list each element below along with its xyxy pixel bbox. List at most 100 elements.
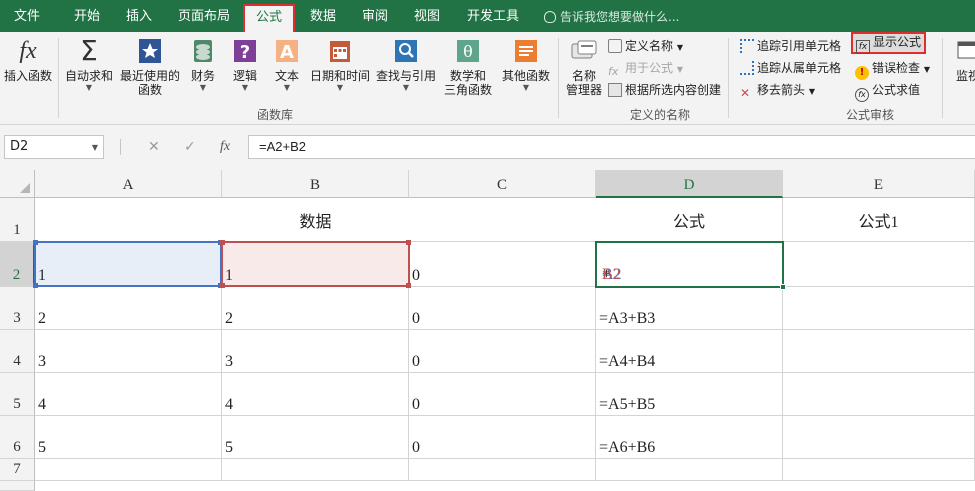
create-from-selection-button[interactable]: 根据所选内容创建 [608,80,721,100]
more-functions-button[interactable]: 其他函数 ▼ [498,36,554,93]
ribbon: fx 插入函数 Σ 自动求和 ▼ 最近使用的 函数 财务 ▼ ? 逻辑 ▼ A … [0,32,975,125]
lookup-button[interactable]: 查找与引用 ▼ [374,36,438,93]
cell-b6[interactable]: 5 [222,416,409,459]
tab-review[interactable]: 审阅 [354,0,396,32]
cell-a4[interactable]: 3 [35,330,222,373]
precedent-range-b2 [220,240,411,288]
datetime-button[interactable]: 日期和时间 ▼ [308,36,372,93]
tab-page-layout[interactable]: 页面布局 [172,0,236,32]
cell-e1[interactable]: 公式1 [783,198,975,242]
column-header-b[interactable]: B [222,170,409,198]
autosum-button[interactable]: Σ 自动求和 ▼ [62,36,116,93]
cell-e4[interactable] [783,330,975,373]
formula-input[interactable]: =A2+B2 [248,135,975,159]
define-name-button[interactable]: 定义名称 ▼ [608,36,683,56]
error-checking-button[interactable]: ! 错误检查 ▼ [855,58,930,80]
row-header-8[interactable] [0,481,35,491]
column-header-c[interactable]: C [409,170,596,198]
column-header-a[interactable]: A [35,170,222,198]
cell-b1[interactable]: 数据 [35,198,596,242]
tab-developer[interactable]: 开发工具 [460,0,526,32]
chevron-down-icon[interactable]: ▼ [92,137,98,159]
cell-a3[interactable]: 2 [35,287,222,330]
row-header-1[interactable]: 1 [0,198,35,242]
separator [728,38,729,118]
watch-label: 监视 [955,69,975,83]
enter-check-icon[interactable]: ✓ [184,135,196,159]
cell-e3[interactable] [783,287,975,330]
math-button[interactable]: θ 数学和 三角函数 [440,36,496,97]
use-in-formula-button[interactable]: fx 用于公式 ▼ [608,58,683,78]
remove-arrows-label: 移去箭头 [757,83,806,97]
row-header-6[interactable]: 6 [0,416,35,459]
financial-button[interactable]: 财务 ▼ [186,36,220,93]
text-a-icon: A [272,36,302,66]
autosum-label: 自动求和 [64,69,113,83]
cell-a7[interactable] [35,459,222,481]
cell-b4[interactable]: 3 [222,330,409,373]
star-book-icon [135,36,165,66]
cell-c3[interactable]: 0 [409,287,596,330]
tab-formulas[interactable]: 公式 [243,4,295,32]
cell-d3[interactable]: =A3+B3 [596,287,783,330]
cell-c2[interactable]: 0 [409,242,596,287]
cell-d1[interactable]: 公式 [596,198,783,242]
cell-a6[interactable]: 5 [35,416,222,459]
create-from-selection-icon [608,83,622,97]
trace-dependents-button[interactable]: 追踪从属单元格 [740,58,841,78]
use-in-formula-label: 用于公式 [625,61,674,75]
cell-b5[interactable]: 4 [222,373,409,416]
logical-label: 逻辑 [232,69,257,83]
text-button[interactable]: A 文本 ▼ [270,36,304,93]
show-formulas-button[interactable]: fx 显示公式 [851,32,927,54]
separator [558,38,559,118]
cell-d6[interactable]: =A6+B6 [596,416,783,459]
remove-arrows-button[interactable]: ✕ 移去箭头 ▼ [740,80,815,100]
tell-me-box[interactable]: 告诉我您想要做什么... [544,0,679,32]
tab-data[interactable]: 数据 [302,0,344,32]
row-header-4[interactable]: 4 [0,330,35,373]
insert-function-fx-icon[interactable]: fx [220,135,230,159]
cell-c7[interactable] [409,459,596,481]
select-all-button[interactable] [0,170,35,198]
cell-e6[interactable] [783,416,975,459]
cell-d5[interactable]: =A5+B5 [596,373,783,416]
row-header-5[interactable]: 5 [0,373,35,416]
cell-e2[interactable] [783,242,975,287]
evaluate-formula-icon: fx [855,88,869,102]
cell-d4[interactable]: =A4+B4 [596,330,783,373]
cancel-icon[interactable]: ✕ [148,135,160,159]
cell-e5[interactable] [783,373,975,416]
tab-home[interactable]: 开始 [64,0,110,32]
row-header-7[interactable]: 7 [0,459,35,481]
tab-file[interactable]: 文件 [6,0,48,32]
fill-handle[interactable] [780,284,786,290]
cell-c4[interactable]: 0 [409,330,596,373]
name-manager-button[interactable]: 名称 管理器 [562,36,606,97]
remove-arrows-icon: ✕ [740,86,751,100]
name-tag-icon [569,36,599,66]
cell-a5[interactable]: 4 [35,373,222,416]
name-box[interactable]: D2 ▼ [4,135,104,159]
cell-d7[interactable] [596,459,783,481]
cell-c6[interactable]: 0 [409,416,596,459]
tab-insert[interactable]: 插入 [118,0,160,32]
evaluate-formula-button[interactable]: fx 公式求值 [855,80,920,102]
cell-e7[interactable] [783,459,975,481]
recent-functions-button[interactable]: 最近使用的 函数 [118,36,182,97]
cell-b7[interactable] [222,459,409,481]
tab-view[interactable]: 视图 [406,0,448,32]
column-header-e[interactable]: E [783,170,975,198]
insert-function-button[interactable]: fx 插入函数 [2,36,54,83]
cell-c5[interactable]: 0 [409,373,596,416]
cell-b3[interactable]: 2 [222,287,409,330]
name-box-value: D2 [10,139,29,154]
separator [58,38,59,118]
row-header-2[interactable]: 2 [0,242,35,287]
trace-precedents-button[interactable]: 追踪引用单元格 [740,36,841,56]
column-header-d[interactable]: D [596,170,783,198]
row-header-3[interactable]: 3 [0,287,35,330]
logical-button[interactable]: ? 逻辑 ▼ [226,36,264,93]
separator [942,38,943,118]
watch-window-button[interactable]: 监视 [948,36,975,83]
